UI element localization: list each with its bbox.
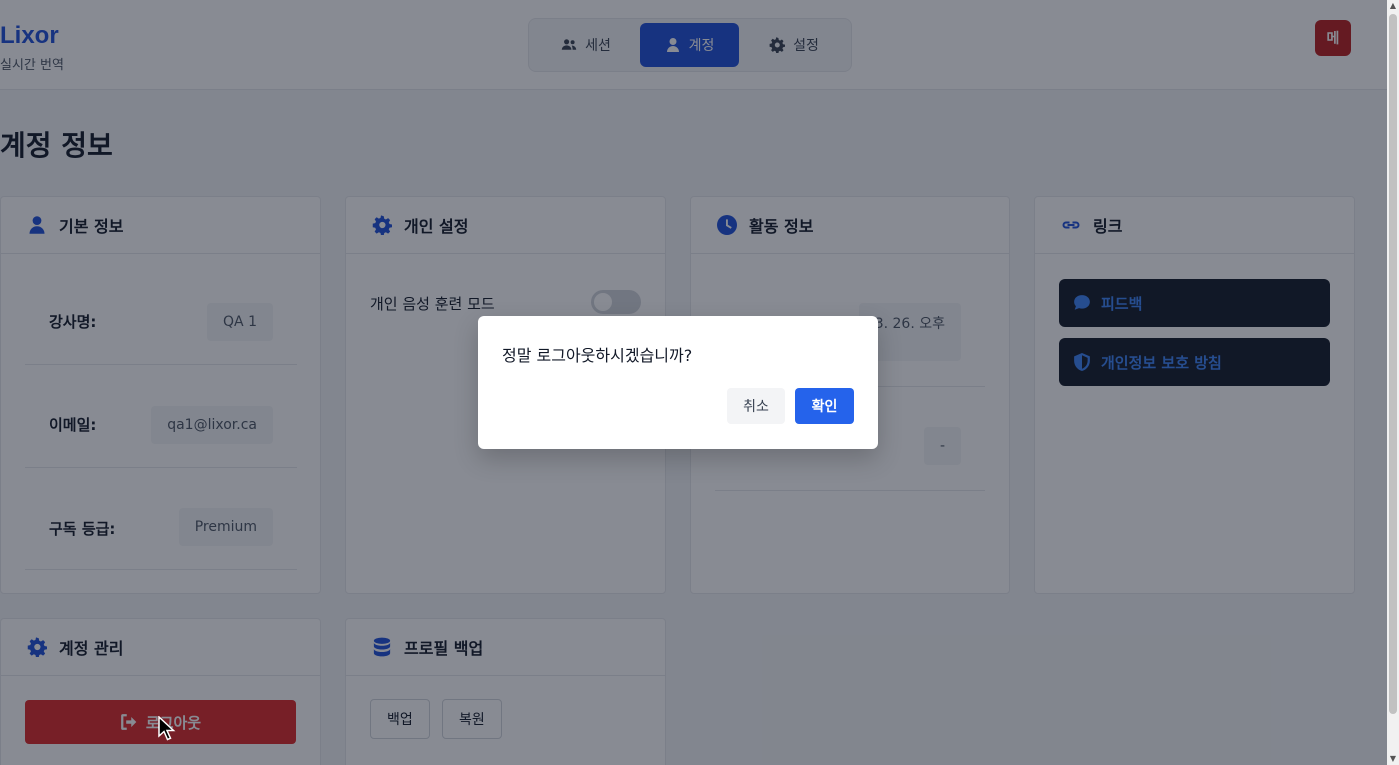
scroll-thumb[interactable] <box>1389 14 1397 714</box>
scroll-down-icon[interactable]: ▼ <box>1389 755 1397 763</box>
cancel-button[interactable]: 취소 <box>727 388 785 424</box>
scrollbar[interactable]: ▲ ▼ <box>1387 0 1399 765</box>
logout-confirm-dialog: 정말 로그아웃하시겠습니까? 취소 확인 <box>478 316 878 449</box>
scroll-up-icon[interactable]: ▲ <box>1389 2 1397 10</box>
mouse-cursor-icon <box>158 716 176 741</box>
confirm-button[interactable]: 확인 <box>795 388 854 424</box>
dialog-message: 정말 로그아웃하시겠습니까? <box>502 346 693 365</box>
